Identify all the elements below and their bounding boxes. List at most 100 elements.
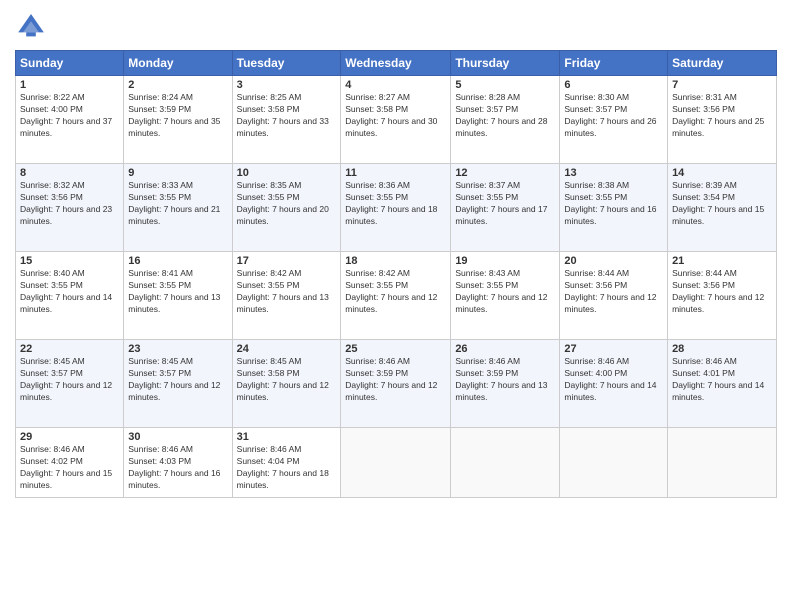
calendar-cell: 3Sunrise: 8:25 AMSunset: 3:58 PMDaylight… [232,76,341,164]
calendar-cell: 28Sunrise: 8:46 AMSunset: 4:01 PMDayligh… [668,340,777,428]
day-info: Sunrise: 8:44 AMSunset: 3:56 PMDaylight:… [672,268,772,316]
day-info: Sunrise: 8:43 AMSunset: 3:55 PMDaylight:… [455,268,555,316]
calendar-cell: 15Sunrise: 8:40 AMSunset: 3:55 PMDayligh… [16,252,124,340]
calendar-header-thursday: Thursday [451,51,560,76]
day-number: 9 [128,167,227,179]
day-info: Sunrise: 8:38 AMSunset: 3:55 PMDaylight:… [564,180,663,228]
calendar-cell: 25Sunrise: 8:46 AMSunset: 3:59 PMDayligh… [341,340,451,428]
day-info: Sunrise: 8:22 AMSunset: 4:00 PMDaylight:… [20,92,119,140]
day-info: Sunrise: 8:35 AMSunset: 3:55 PMDaylight:… [237,180,337,228]
day-number: 24 [237,343,337,355]
day-info: Sunrise: 8:46 AMSunset: 3:59 PMDaylight:… [345,356,446,404]
day-number: 31 [237,431,337,443]
day-number: 26 [455,343,555,355]
day-number: 3 [237,79,337,91]
calendar-cell: 13Sunrise: 8:38 AMSunset: 3:55 PMDayligh… [560,164,668,252]
day-number: 25 [345,343,446,355]
day-number: 2 [128,79,227,91]
day-info: Sunrise: 8:33 AMSunset: 3:55 PMDaylight:… [128,180,227,228]
day-info: Sunrise: 8:46 AMSunset: 3:59 PMDaylight:… [455,356,555,404]
calendar-cell: 7Sunrise: 8:31 AMSunset: 3:56 PMDaylight… [668,76,777,164]
day-number: 16 [128,255,227,267]
day-number: 27 [564,343,663,355]
calendar-cell: 30Sunrise: 8:46 AMSunset: 4:03 PMDayligh… [124,428,232,498]
calendar-header-wednesday: Wednesday [341,51,451,76]
calendar-header-friday: Friday [560,51,668,76]
day-number: 4 [345,79,446,91]
calendar-cell [668,428,777,498]
day-info: Sunrise: 8:46 AMSunset: 4:03 PMDaylight:… [128,444,227,492]
calendar-cell: 9Sunrise: 8:33 AMSunset: 3:55 PMDaylight… [124,164,232,252]
day-info: Sunrise: 8:36 AMSunset: 3:55 PMDaylight:… [345,180,446,228]
logo [15,10,51,42]
calendar-cell: 5Sunrise: 8:28 AMSunset: 3:57 PMDaylight… [451,76,560,164]
day-number: 19 [455,255,555,267]
day-number: 10 [237,167,337,179]
calendar-cell: 21Sunrise: 8:44 AMSunset: 3:56 PMDayligh… [668,252,777,340]
calendar-cell: 11Sunrise: 8:36 AMSunset: 3:55 PMDayligh… [341,164,451,252]
day-info: Sunrise: 8:31 AMSunset: 3:56 PMDaylight:… [672,92,772,140]
day-info: Sunrise: 8:41 AMSunset: 3:55 PMDaylight:… [128,268,227,316]
day-number: 17 [237,255,337,267]
calendar-cell: 31Sunrise: 8:46 AMSunset: 4:04 PMDayligh… [232,428,341,498]
day-number: 30 [128,431,227,443]
day-info: Sunrise: 8:27 AMSunset: 3:58 PMDaylight:… [345,92,446,140]
calendar-cell: 23Sunrise: 8:45 AMSunset: 3:57 PMDayligh… [124,340,232,428]
calendar-cell: 24Sunrise: 8:45 AMSunset: 3:58 PMDayligh… [232,340,341,428]
calendar-cell: 4Sunrise: 8:27 AMSunset: 3:58 PMDaylight… [341,76,451,164]
day-number: 12 [455,167,555,179]
day-info: Sunrise: 8:24 AMSunset: 3:59 PMDaylight:… [128,92,227,140]
calendar-cell: 19Sunrise: 8:43 AMSunset: 3:55 PMDayligh… [451,252,560,340]
calendar-cell: 6Sunrise: 8:30 AMSunset: 3:57 PMDaylight… [560,76,668,164]
calendar-table: SundayMondayTuesdayWednesdayThursdayFrid… [15,50,777,498]
calendar-cell: 8Sunrise: 8:32 AMSunset: 3:56 PMDaylight… [16,164,124,252]
day-info: Sunrise: 8:42 AMSunset: 3:55 PMDaylight:… [237,268,337,316]
day-info: Sunrise: 8:40 AMSunset: 3:55 PMDaylight:… [20,268,119,316]
day-number: 28 [672,343,772,355]
day-number: 20 [564,255,663,267]
day-info: Sunrise: 8:45 AMSunset: 3:57 PMDaylight:… [20,356,119,404]
day-number: 6 [564,79,663,91]
calendar-cell: 27Sunrise: 8:46 AMSunset: 4:00 PMDayligh… [560,340,668,428]
calendar-cell: 29Sunrise: 8:46 AMSunset: 4:02 PMDayligh… [16,428,124,498]
calendar-cell [341,428,451,498]
calendar-cell: 18Sunrise: 8:42 AMSunset: 3:55 PMDayligh… [341,252,451,340]
calendar-cell: 17Sunrise: 8:42 AMSunset: 3:55 PMDayligh… [232,252,341,340]
calendar-header-sunday: Sunday [16,51,124,76]
page: SundayMondayTuesdayWednesdayThursdayFrid… [0,0,792,612]
day-number: 21 [672,255,772,267]
day-number: 11 [345,167,446,179]
calendar-cell: 26Sunrise: 8:46 AMSunset: 3:59 PMDayligh… [451,340,560,428]
day-number: 29 [20,431,119,443]
day-number: 22 [20,343,119,355]
day-info: Sunrise: 8:44 AMSunset: 3:56 PMDaylight:… [564,268,663,316]
day-number: 15 [20,255,119,267]
day-info: Sunrise: 8:25 AMSunset: 3:58 PMDaylight:… [237,92,337,140]
day-info: Sunrise: 8:46 AMSunset: 4:02 PMDaylight:… [20,444,119,492]
calendar-header-row: SundayMondayTuesdayWednesdayThursdayFrid… [16,51,777,76]
calendar-cell: 14Sunrise: 8:39 AMSunset: 3:54 PMDayligh… [668,164,777,252]
day-number: 8 [20,167,119,179]
day-info: Sunrise: 8:46 AMSunset: 4:00 PMDaylight:… [564,356,663,404]
calendar-cell: 12Sunrise: 8:37 AMSunset: 3:55 PMDayligh… [451,164,560,252]
day-info: Sunrise: 8:37 AMSunset: 3:55 PMDaylight:… [455,180,555,228]
day-info: Sunrise: 8:30 AMSunset: 3:57 PMDaylight:… [564,92,663,140]
calendar-cell: 20Sunrise: 8:44 AMSunset: 3:56 PMDayligh… [560,252,668,340]
calendar-header-tuesday: Tuesday [232,51,341,76]
calendar-cell: 10Sunrise: 8:35 AMSunset: 3:55 PMDayligh… [232,164,341,252]
logo-icon [15,10,47,42]
day-info: Sunrise: 8:46 AMSunset: 4:01 PMDaylight:… [672,356,772,404]
day-number: 13 [564,167,663,179]
calendar-cell [560,428,668,498]
day-info: Sunrise: 8:32 AMSunset: 3:56 PMDaylight:… [20,180,119,228]
day-number: 18 [345,255,446,267]
day-info: Sunrise: 8:42 AMSunset: 3:55 PMDaylight:… [345,268,446,316]
day-number: 14 [672,167,772,179]
calendar-cell: 1Sunrise: 8:22 AMSunset: 4:00 PMDaylight… [16,76,124,164]
calendar-cell [451,428,560,498]
calendar-cell: 16Sunrise: 8:41 AMSunset: 3:55 PMDayligh… [124,252,232,340]
calendar-cell: 22Sunrise: 8:45 AMSunset: 3:57 PMDayligh… [16,340,124,428]
day-number: 5 [455,79,555,91]
day-number: 7 [672,79,772,91]
day-number: 23 [128,343,227,355]
